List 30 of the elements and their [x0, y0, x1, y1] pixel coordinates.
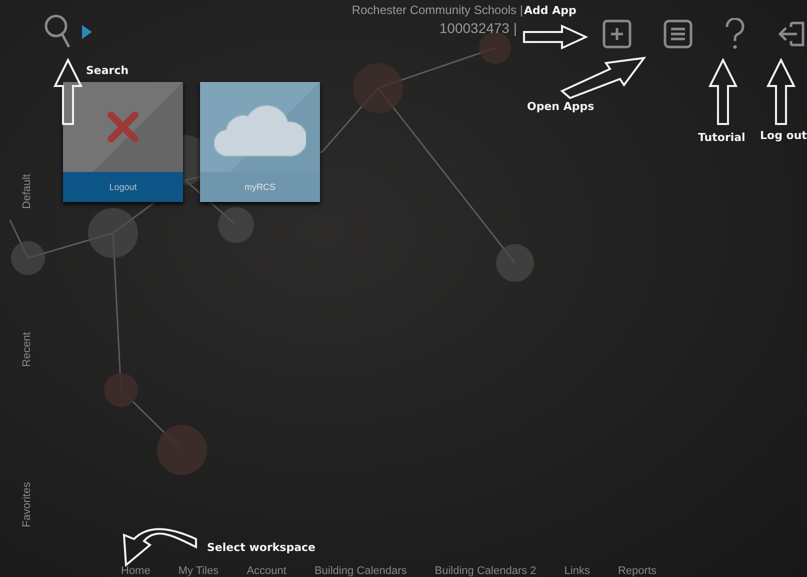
- annotation-label: Open Apps: [527, 100, 594, 113]
- workspace-link[interactable]: Reports: [618, 565, 657, 577]
- annotation-label: Log out: [760, 129, 807, 142]
- annotation-label: Tutorial: [698, 131, 746, 144]
- workspace-link[interactable]: My Tiles: [178, 565, 219, 577]
- app-tile[interactable]: Logout: [63, 82, 183, 202]
- help-icon[interactable]: [724, 18, 746, 50]
- arrow-drawing: [53, 58, 83, 126]
- workspace-link[interactable]: Building Calendars: [314, 565, 407, 577]
- annotation-label: Add App: [524, 4, 576, 17]
- logout-icon[interactable]: [777, 19, 807, 49]
- school-name: Rochester Community Schools |: [352, 3, 523, 18]
- account-number: 100032473 |: [439, 20, 518, 36]
- arrow-drawing: [522, 24, 588, 50]
- add-icon[interactable]: [602, 19, 632, 49]
- annotation-label: Select workspace: [207, 541, 316, 554]
- workspace-tab[interactable]: Default: [21, 174, 33, 209]
- workspace-link[interactable]: Account: [246, 565, 286, 577]
- annotation-label: Search: [86, 64, 129, 77]
- arrow-drawing: [766, 58, 796, 126]
- workspace-link[interactable]: Building Calendars 2: [434, 565, 536, 577]
- app-tile[interactable]: myRCS: [200, 82, 320, 202]
- workspace-tab[interactable]: Recent: [21, 332, 33, 367]
- cross-icon: [106, 110, 140, 144]
- arrow-drawing: [708, 58, 738, 126]
- workspace-tab[interactable]: Favorites: [21, 482, 33, 528]
- list-icon[interactable]: [663, 19, 693, 49]
- workspace-link[interactable]: Home: [121, 565, 150, 577]
- workspace-link[interactable]: Links: [564, 565, 590, 577]
- expand-triangle-icon[interactable]: [82, 25, 92, 39]
